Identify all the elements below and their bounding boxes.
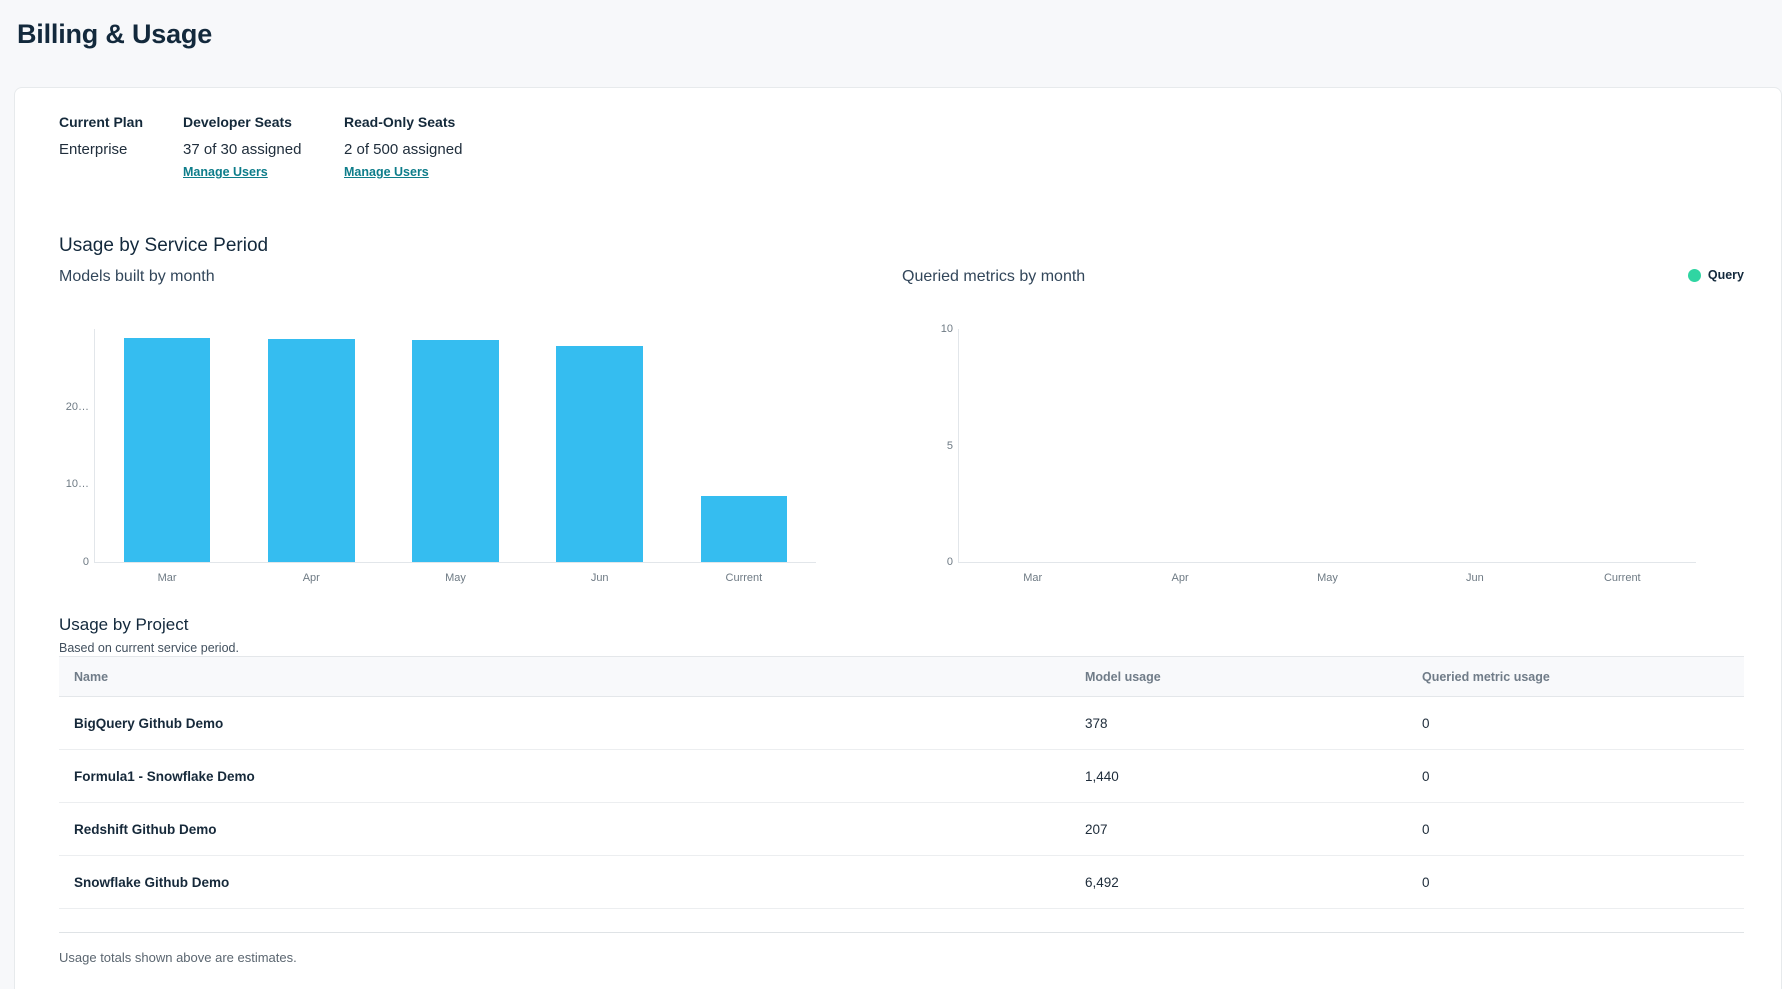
developer-seats-label: Developer Seats [183, 114, 344, 131]
metrics-chart-plot: 0510MarAprMayJunCurrent [958, 329, 1696, 563]
models-built-chart: Models built by month 010…20…MarAprMayJu… [59, 259, 902, 563]
column-header-queried-metric-usage: Queried metric usage [1407, 657, 1744, 697]
x-axis-label: May [383, 571, 527, 585]
queried-metric-usage-value: 0 [1407, 856, 1744, 909]
y-axis-label: 20… [55, 400, 89, 414]
current-plan-column: Current Plan Enterprise [59, 114, 183, 181]
current-plan-value: Enterprise [59, 140, 183, 159]
table-row: BigQuery Github Demo 378 0 [59, 697, 1744, 750]
bar-current[interactable] [701, 496, 788, 562]
queried-metric-usage-value: 0 [1407, 803, 1744, 856]
table-header-row: Name Model usage Queried metric usage [59, 657, 1744, 697]
table-row: Formula1 - Snowflake Demo 1,440 0 [59, 750, 1744, 803]
queried-metric-usage-value: 0 [1407, 697, 1744, 750]
queried-metric-usage-value: 0 [1407, 750, 1744, 803]
chart-legend[interactable]: Query [1688, 268, 1744, 282]
manage-developer-users-link[interactable]: Manage Users [183, 165, 268, 179]
plan-summary: Current Plan Enterprise Developer Seats … [59, 114, 1744, 181]
usage-by-project-subtitle: Based on current service period. [59, 641, 1744, 656]
queried-metrics-chart: Queried metrics by month Query 0510MarAp… [902, 259, 1744, 563]
models-chart-title: Models built by month [59, 266, 902, 288]
usage-by-project-heading: Usage by Project [59, 613, 1744, 637]
y-axis-label: 0 [919, 555, 953, 569]
model-usage-value: 1,440 [1070, 750, 1407, 803]
x-axis-label: Jun [528, 571, 672, 585]
page-title: Billing & Usage [17, 16, 1782, 52]
column-header-name: Name [59, 657, 1070, 697]
x-axis-label: Current [672, 571, 816, 585]
read-only-seats-column: Read-Only Seats 2 of 500 assigned Manage… [344, 114, 1744, 181]
bar-may[interactable] [412, 340, 499, 562]
usage-by-project-table: Name Model usage Queried metric usage Bi… [59, 656, 1744, 909]
charts-row: Models built by month 010…20…MarAprMayJu… [59, 259, 1744, 563]
y-axis-label: 10… [55, 477, 89, 491]
project-name: Redshift Github Demo [59, 803, 1070, 856]
read-only-seats-value: 2 of 500 assigned [344, 140, 1744, 159]
model-usage-value: 207 [1070, 803, 1407, 856]
x-axis-label: Apr [1106, 571, 1253, 585]
table-row: Redshift Github Demo 207 0 [59, 803, 1744, 856]
current-plan-label: Current Plan [59, 114, 183, 131]
x-axis-label: Current [1549, 571, 1696, 585]
developer-seats-column: Developer Seats 37 of 30 assigned Manage… [183, 114, 344, 181]
x-axis-label: May [1254, 571, 1401, 585]
table-row: Snowflake Github Demo 6,492 0 [59, 856, 1744, 909]
x-axis-label: Apr [239, 571, 383, 585]
project-name: BigQuery Github Demo [59, 697, 1070, 750]
model-usage-value: 6,492 [1070, 856, 1407, 909]
model-usage-value: 378 [1070, 697, 1407, 750]
models-chart-plot: 010…20…MarAprMayJunCurrent [94, 329, 816, 563]
x-axis-label: Mar [95, 571, 239, 585]
project-name: Formula1 - Snowflake Demo [59, 750, 1070, 803]
usage-by-service-period-heading: Usage by Service Period [59, 233, 1744, 259]
legend-label: Query [1708, 268, 1744, 282]
x-axis-label: Jun [1401, 571, 1548, 585]
x-axis-label: Mar [959, 571, 1106, 585]
y-axis-label: 5 [919, 439, 953, 453]
bar-apr[interactable] [268, 339, 355, 562]
y-axis-label: 0 [55, 555, 89, 569]
table-footer-divider [59, 909, 1744, 933]
bar-jun[interactable] [556, 346, 643, 562]
column-header-model-usage: Model usage [1070, 657, 1407, 697]
y-axis-label: 10 [919, 322, 953, 336]
manage-read-only-users-link[interactable]: Manage Users [344, 165, 429, 179]
metrics-chart-title: Queried metrics by month [902, 266, 1744, 288]
legend-dot-icon [1688, 269, 1701, 282]
project-name: Snowflake Github Demo [59, 856, 1070, 909]
billing-card: Current Plan Enterprise Developer Seats … [14, 87, 1782, 989]
usage-footnote: Usage totals shown above are estimates. [59, 950, 1744, 966]
read-only-seats-label: Read-Only Seats [344, 114, 1744, 131]
developer-seats-value: 37 of 30 assigned [183, 140, 344, 159]
bar-mar[interactable] [124, 338, 211, 562]
